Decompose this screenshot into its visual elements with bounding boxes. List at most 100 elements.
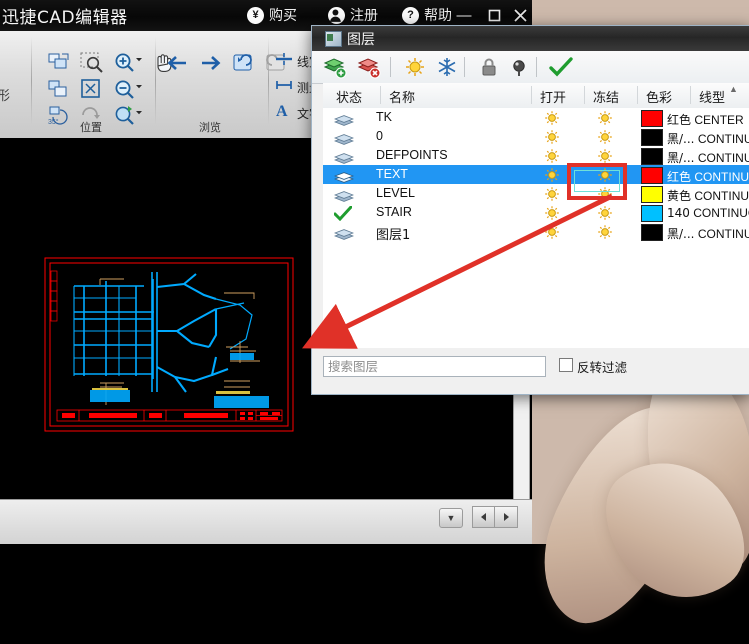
layer-linetype: CONTINUOUS [694, 170, 749, 184]
layer-stack-icon[interactable] [334, 170, 354, 181]
layer-color-and-linetype[interactable]: 红色 CENTER [667, 111, 744, 128]
invert-filter-label[interactable]: 反转过滤 [577, 357, 627, 376]
layer-row[interactable]: STAIR140 CONTINUOUS [323, 203, 749, 222]
column-header-color[interactable]: 色彩 [646, 87, 672, 106]
layer-stack-icon[interactable] [334, 113, 354, 124]
layer-freeze-toggle-icon[interactable] [597, 224, 613, 240]
layer-freeze-toggle-icon[interactable] [597, 129, 613, 145]
layer-row[interactable]: TK 红色 CENTER [323, 108, 749, 127]
chevron-down-icon[interactable] [134, 54, 144, 64]
snowflake-icon[interactable] [434, 55, 460, 79]
column-divider[interactable] [690, 86, 691, 104]
toolbar-separator [536, 57, 537, 77]
layer-freeze-toggle-icon[interactable] [597, 148, 613, 164]
scroll-right-button[interactable] [494, 506, 518, 528]
layer-stack-icon[interactable] [334, 132, 354, 143]
register-button[interactable]: 注册 [328, 5, 378, 25]
layer-color-and-linetype[interactable]: 黑/... CONTINUOUS [667, 130, 749, 147]
layer-row[interactable]: 0黑/... CONTINUOUS [323, 127, 749, 146]
layer-color-and-linetype[interactable]: 140 CONTINUOUS [667, 206, 749, 220]
layer-on-toggle-icon[interactable] [544, 224, 560, 240]
layer-freeze-toggle-icon[interactable] [597, 205, 613, 221]
layer-color-and-linetype[interactable]: 黑/... CONTINUOUS [667, 225, 749, 242]
layer-on-toggle-icon[interactable] [544, 129, 560, 145]
text-icon[interactable]: A [274, 101, 294, 119]
layer-color-and-linetype[interactable]: 黄色 CONTINUOUS [667, 187, 749, 204]
column-divider[interactable] [380, 86, 381, 104]
layer-linetype: CENTER [694, 113, 743, 127]
plot-icon[interactable] [506, 55, 532, 79]
measure-icon[interactable] [274, 77, 294, 93]
delete-layer-icon[interactable] [356, 55, 382, 79]
layer-on-toggle-icon[interactable] [544, 186, 560, 202]
forward-arrow-icon[interactable] [198, 52, 224, 74]
layer-freeze-toggle-icon[interactable] [597, 167, 613, 183]
close-button[interactable] [508, 4, 532, 26]
layer-row[interactable]: TEXT红色 CONTINUOUS [323, 165, 749, 184]
layer-linetype: CONTINUOUS [698, 132, 749, 146]
column-divider[interactable] [584, 86, 585, 104]
layer-color-and-linetype[interactable]: 红色 CONTINUOUS [667, 168, 749, 185]
register-label: 注册 [350, 5, 378, 25]
current-layer-check-icon[interactable] [334, 206, 352, 221]
column-divider[interactable] [637, 86, 638, 104]
layer-row[interactable]: 图层1 黑/... CONTINUOUS [323, 222, 749, 241]
dropdown-button[interactable]: ▼ [439, 508, 463, 528]
back-arrow-icon[interactable] [165, 52, 191, 74]
sort-ascending-icon: ▲ [729, 84, 738, 94]
zoom-window-icon[interactable] [79, 51, 105, 73]
layer-stack-icon[interactable] [334, 151, 354, 162]
layer-row[interactable]: LEVEL黄色 CONTINUOUS [323, 184, 749, 203]
layer-on-toggle-icon[interactable] [544, 110, 560, 126]
group-separator [268, 37, 269, 125]
layer-color-swatch[interactable] [641, 110, 663, 127]
layers-table-body[interactable]: TK 红色 CENTER0黑/... CONTINUOUSDEFPOINTS黑/.… [323, 108, 749, 373]
column-divider[interactable] [531, 86, 532, 104]
move-object-icon[interactable] [46, 51, 72, 73]
lineweight-icon[interactable] [274, 51, 294, 67]
column-header-status[interactable]: 状态 [336, 87, 362, 106]
yen-icon: ¥ [247, 7, 264, 24]
layer-on-toggle-icon[interactable] [544, 205, 560, 221]
layer-color-swatch[interactable] [641, 129, 663, 146]
help-button[interactable]: ? 帮助 [402, 5, 452, 25]
layer-linetype: CONTINUOUS [694, 189, 749, 203]
column-header-freeze[interactable]: 冻结 [593, 87, 619, 106]
chevron-down-icon[interactable] [134, 81, 144, 91]
layer-color-swatch[interactable] [641, 224, 663, 241]
copy-object-icon[interactable] [46, 78, 72, 100]
minimize-button[interactable]: — [452, 4, 476, 26]
column-header-name[interactable]: 名称 [389, 87, 415, 106]
buy-button[interactable]: ¥ 购买 [247, 5, 297, 25]
question-icon: ? [402, 7, 419, 24]
layer-stack-icon[interactable] [334, 227, 354, 238]
layer-name: TK [376, 110, 392, 124]
search-input[interactable]: 搜索图层 [323, 356, 546, 377]
layer-color-swatch[interactable] [641, 186, 663, 203]
layer-color-swatch[interactable] [641, 148, 663, 165]
column-header-linetype[interactable]: 线型 [699, 87, 725, 106]
invert-filter-checkbox[interactable] [559, 358, 573, 372]
layer-freeze-toggle-icon[interactable] [597, 110, 613, 126]
layer-on-toggle-icon[interactable] [544, 167, 560, 183]
check-icon[interactable] [548, 55, 574, 79]
layer-name: 图层1 [376, 224, 410, 243]
scroll-left-button[interactable] [472, 506, 495, 528]
layer-color-name: 黑/... [667, 151, 695, 165]
layer-color-swatch[interactable] [641, 205, 663, 222]
layer-color-and-linetype[interactable]: 黑/... CONTINUOUS [667, 149, 749, 166]
ribbon-group-label-browse: 浏览 [155, 119, 265, 135]
layer-freeze-toggle-icon[interactable] [597, 186, 613, 202]
zoom-extents-icon[interactable] [79, 78, 105, 100]
lock-icon[interactable] [476, 55, 502, 79]
sun-icon[interactable] [402, 55, 428, 79]
undo-view-icon[interactable] [231, 52, 257, 74]
maximize-button[interactable] [482, 4, 506, 26]
chevron-down-icon[interactable] [134, 107, 144, 117]
layer-row[interactable]: DEFPOINTS黑/... CONTINUOUS [323, 146, 749, 165]
layer-color-swatch[interactable] [641, 167, 663, 184]
new-layer-icon[interactable] [322, 55, 348, 79]
column-header-on[interactable]: 打开 [540, 87, 566, 106]
layer-stack-icon[interactable] [334, 189, 354, 200]
layer-on-toggle-icon[interactable] [544, 148, 560, 164]
